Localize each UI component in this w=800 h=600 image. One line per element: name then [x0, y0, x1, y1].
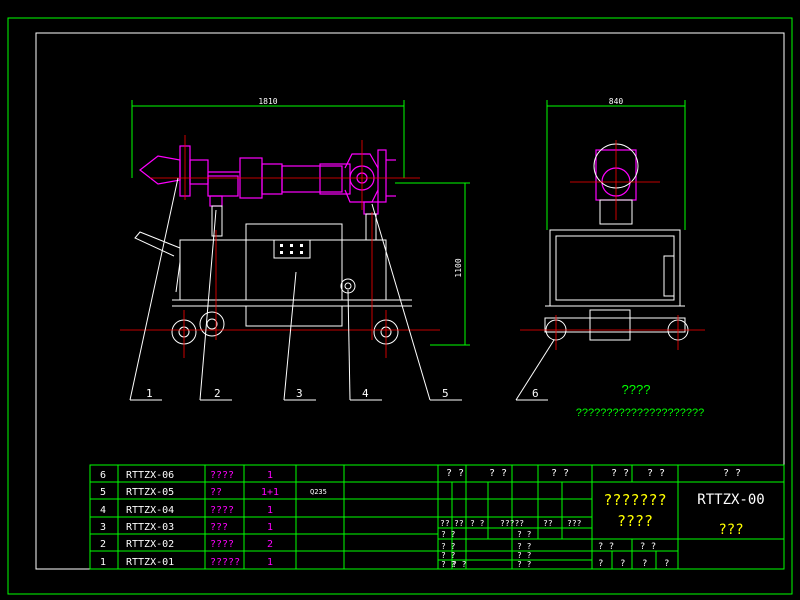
- notes-title: ????: [622, 382, 651, 397]
- svg-text:??: ??: [454, 519, 464, 528]
- tb-head-c: ? ?: [551, 468, 569, 479]
- svg-text:? ?: ? ?: [517, 542, 532, 551]
- tb-sign-rows: ? ? ? ? ? ? ? ? ? ? ? ? ? ? ? ? ? ?: [441, 530, 532, 569]
- callout-numbers: 1 2 3 4 5 6: [146, 387, 539, 400]
- svg-text:? ?: ? ?: [452, 560, 467, 569]
- svg-text:1: 1: [267, 505, 273, 516]
- svg-text:1+1: 1+1: [261, 487, 279, 498]
- svg-text:RTTZX-02: RTTZX-02: [126, 539, 174, 550]
- svg-text:1: 1: [267, 522, 273, 533]
- tb-head-e: ? ?: [647, 468, 665, 479]
- control-panel-buttons: [280, 244, 303, 254]
- svg-text:? ?: ? ?: [470, 519, 485, 528]
- tb-product-name-1: ???????: [603, 491, 666, 509]
- tb-row-labels: ?? ?? ? ? ????? ?? ???: [440, 519, 582, 528]
- tb-scale-a: ? ?: [598, 542, 614, 552]
- svg-text:?????: ?????: [500, 519, 524, 528]
- callout-6: 6: [532, 387, 539, 400]
- svg-text:1: 1: [267, 470, 273, 481]
- dim-front-width: 1810: [258, 97, 277, 106]
- svg-text:? ?: ? ?: [517, 560, 532, 569]
- tb-head-f: ? ?: [723, 468, 741, 479]
- svg-text:? ?: ? ?: [441, 551, 456, 560]
- svg-text:5: 5: [100, 487, 106, 498]
- svg-text:???: ???: [567, 519, 582, 528]
- svg-text:?????: ?????: [210, 557, 240, 568]
- tb-sheet-a: ?: [598, 559, 603, 569]
- svg-text:? ?: ? ?: [517, 530, 532, 539]
- svg-text:1: 1: [267, 557, 273, 568]
- svg-text:????: ????: [210, 539, 234, 550]
- tb-product-name-2: ????: [617, 512, 653, 530]
- svg-text:????: ????: [210, 505, 234, 516]
- front-view: 1810 1100 1 2 3 4 5 6: [120, 97, 555, 401]
- title-block-grid: [437, 464, 785, 570]
- svg-text:RTTZX-04: RTTZX-04: [126, 505, 174, 516]
- svg-text:1: 1: [100, 557, 106, 568]
- dim-side-width: 840: [609, 97, 624, 106]
- title-block-text: ? ? ? ? ? ? ? ? ? ? ? ? ??????? ???? RTT…: [440, 468, 765, 569]
- notes-text: ?????????????????????: [576, 407, 704, 419]
- bom-row: 4 RTTZX-04 ???? 1: [100, 505, 273, 516]
- svg-text:? ?: ? ?: [441, 542, 456, 551]
- tb-sheet-c: ?: [642, 559, 647, 569]
- bom-rows: 6 RTTZX-06 ???? 1 5 RTTZX-05 ?? 1+1 Q235…: [100, 470, 327, 568]
- svg-text:4: 4: [100, 505, 106, 516]
- push-handle: [134, 231, 181, 293]
- svg-text:????: ????: [210, 470, 234, 481]
- callout-2: 2: [214, 387, 221, 400]
- svg-text:2: 2: [267, 539, 273, 550]
- svg-text:6: 6: [100, 470, 106, 481]
- callout-4: 4: [362, 387, 369, 400]
- callout-5: 5: [442, 387, 449, 400]
- svg-text:???: ???: [210, 522, 228, 533]
- tb-sheet-b: ?: [620, 559, 625, 569]
- boom-assembly: [139, 145, 396, 215]
- svg-text:RTTZX-06: RTTZX-06: [126, 470, 174, 481]
- tb-sheet-d: ?: [664, 559, 669, 569]
- bom-row: 1 RTTZX-01 ????? 1: [100, 557, 273, 568]
- callout-3: 3: [296, 387, 303, 400]
- svg-text:RTTZX-05: RTTZX-05: [126, 487, 174, 498]
- svg-text:??: ??: [543, 519, 553, 528]
- svg-text:2: 2: [100, 539, 106, 550]
- cad-drawing: 1810 1100 1 2 3 4 5 6 840 ???? ?????????…: [7, 17, 793, 595]
- tb-head-a: ? ?: [446, 468, 464, 479]
- callout-1: 1: [146, 387, 153, 400]
- svg-text:3: 3: [100, 522, 106, 533]
- svg-text:??: ??: [210, 487, 222, 498]
- tb-head-b: ? ?: [489, 468, 507, 479]
- bom-row: 2 RTTZX-02 ???? 2: [100, 539, 273, 550]
- tb-drawing-no: RTTZX-00: [697, 492, 764, 508]
- tb-scale-b: ? ?: [640, 542, 656, 552]
- svg-text:Q235: Q235: [310, 488, 327, 496]
- tb-drawing-sub: ???: [718, 522, 743, 538]
- svg-text:RTTZX-03: RTTZX-03: [126, 522, 174, 533]
- bom-row: 5 RTTZX-05 ?? 1+1 Q235: [100, 487, 327, 498]
- support-posts: [211, 205, 377, 241]
- svg-text:RTTZX-01: RTTZX-01: [126, 557, 174, 568]
- dim-height: 1100: [454, 258, 463, 277]
- bom-row: 6 RTTZX-06 ???? 1: [100, 470, 273, 481]
- svg-text:? ?: ? ?: [517, 551, 532, 560]
- bom-row: 3 RTTZX-03 ??? 1: [100, 522, 273, 533]
- tb-head-d: ? ?: [611, 468, 629, 479]
- side-view: 840: [520, 97, 705, 350]
- svg-text:? ?: ? ?: [441, 530, 456, 539]
- svg-text:??: ??: [440, 519, 450, 528]
- side-frame: [544, 143, 689, 341]
